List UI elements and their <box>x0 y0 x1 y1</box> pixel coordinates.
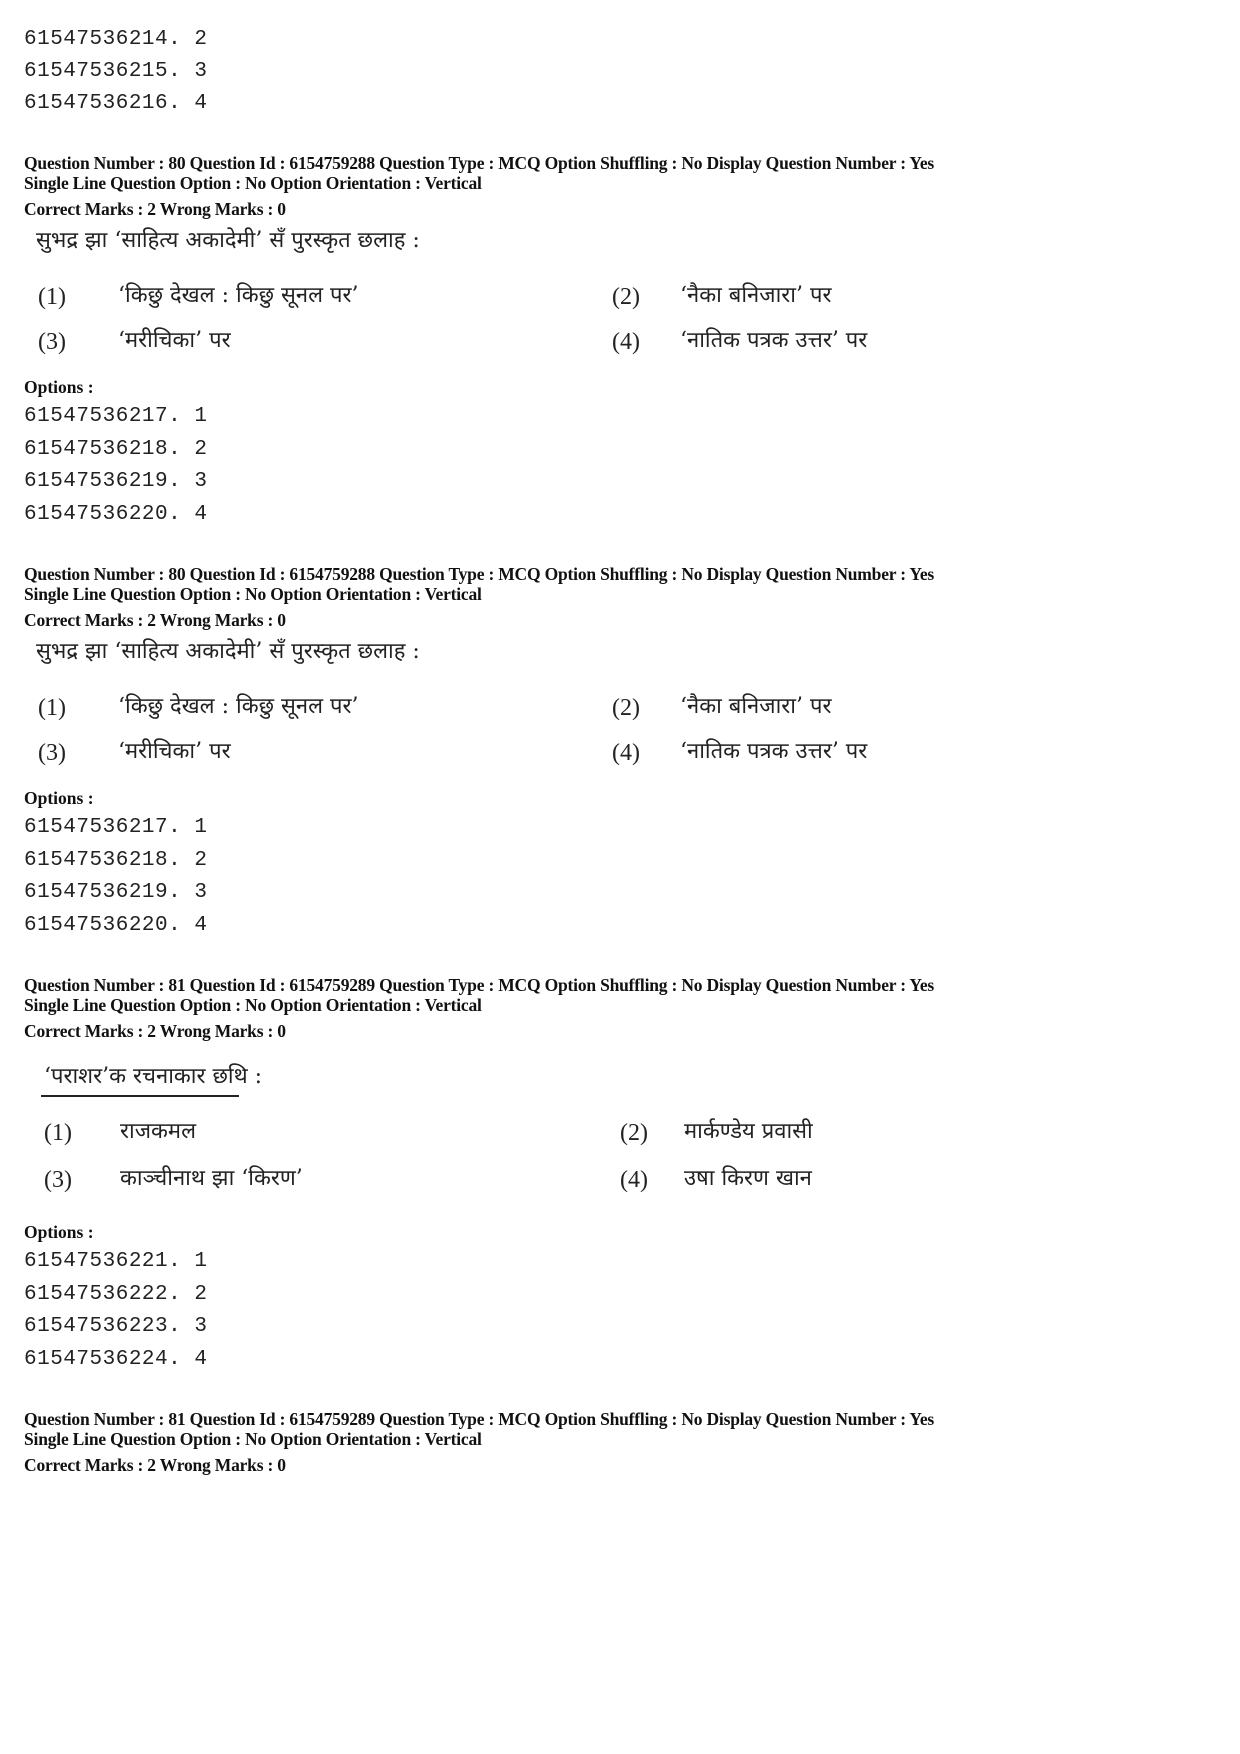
question-text: सुभद्र झा ‘साहित्य अकादेमी’ सँ पुरस्कृत … <box>36 639 420 664</box>
choice-number: (1) <box>38 695 66 721</box>
option-value: 4 <box>194 503 208 526</box>
option-row: 61547536219. 3 <box>24 881 208 904</box>
option-row: 61547536218. 2 <box>24 438 208 461</box>
choice-text: ‘किछु देखल : किछु सूनल पर’ <box>118 283 359 308</box>
question-meta-line1: Question Number : 80 Question Id : 61547… <box>24 564 935 584</box>
choice-text: उषा किरण खान <box>684 1166 812 1191</box>
option-id: 61547536219 <box>24 470 169 493</box>
option-id: 61547536219 <box>24 881 169 904</box>
choice-text: ‘नातिक पत्रक उत्तर’ पर <box>680 739 868 764</box>
option-value: 3 <box>194 470 208 493</box>
question-meta-line1: Question Number : 81 Question Id : 61547… <box>24 1409 935 1429</box>
option-row: 61547536216. 4 <box>24 92 208 115</box>
question-marks: Correct Marks : 2 Wrong Marks : 0 <box>24 1455 286 1475</box>
choice-text: ‘नैका बनिजारा’ पर <box>680 694 832 719</box>
option-row: 61547536224. 4 <box>24 1348 208 1371</box>
option-row: 61547536220. 4 <box>24 914 208 937</box>
option-id: 61547536220 <box>24 914 169 937</box>
choice-number: (4) <box>612 740 640 766</box>
choice-number: (3) <box>38 740 66 766</box>
choice-number: (4) <box>620 1167 648 1193</box>
option-value: 4 <box>194 1348 208 1371</box>
option-id: 61547536217 <box>24 405 169 428</box>
option-value: 1 <box>194 1250 208 1273</box>
option-id: 61547536224 <box>24 1348 169 1371</box>
choice-text: काञ्चीनाथ झा ‘किरण’ <box>120 1166 303 1191</box>
question-text: सुभद्र झा ‘साहित्य अकादेमी’ सँ पुरस्कृत … <box>36 228 420 253</box>
option-id: 61547536214 <box>24 28 169 51</box>
option-row: 61547536220. 4 <box>24 503 208 526</box>
choice-number: (3) <box>44 1167 72 1193</box>
question-meta-line2: Single Line Question Option : No Option … <box>24 1429 482 1449</box>
choice-text: ‘किछु देखल : किछु सूनल पर’ <box>118 694 359 719</box>
option-row: 61547536218. 2 <box>24 849 208 872</box>
choice-number: (2) <box>612 284 640 310</box>
option-id: 61547536218 <box>24 849 169 872</box>
option-value: 2 <box>194 28 208 51</box>
choice-text: ‘मरीचिका’ पर <box>118 739 231 764</box>
option-id: 61547536222 <box>24 1283 169 1306</box>
option-value: 2 <box>194 438 208 461</box>
option-value: 2 <box>194 849 208 872</box>
option-value: 3 <box>194 881 208 904</box>
choice-text: ‘मरीचिका’ पर <box>118 328 231 353</box>
option-row: 61547536215. 3 <box>24 60 208 83</box>
option-row: 61547536214. 2 <box>24 28 208 51</box>
choice-number: (4) <box>612 329 640 355</box>
option-value: 3 <box>194 60 208 83</box>
options-label: Options : <box>24 1222 94 1242</box>
option-id: 61547536215 <box>24 60 169 83</box>
choice-number: (2) <box>612 695 640 721</box>
options-label: Options : <box>24 377 94 397</box>
option-value: 3 <box>194 1315 208 1338</box>
choice-number: (1) <box>44 1120 72 1146</box>
question-meta-line1: Question Number : 81 Question Id : 61547… <box>24 975 935 995</box>
question-meta-line2: Single Line Question Option : No Option … <box>24 584 482 604</box>
option-value: 4 <box>194 914 208 937</box>
question-marks: Correct Marks : 2 Wrong Marks : 0 <box>24 1021 286 1041</box>
question-meta-line2: Single Line Question Option : No Option … <box>24 173 482 193</box>
choice-number: (2) <box>620 1120 648 1146</box>
option-value: 1 <box>194 405 208 428</box>
question-meta-line1: Question Number : 80 Question Id : 61547… <box>24 153 935 173</box>
option-row: 61547536222. 2 <box>24 1283 208 1306</box>
option-value: 2 <box>194 1283 208 1306</box>
choice-number: (3) <box>38 329 66 355</box>
option-id: 61547536220 <box>24 503 169 526</box>
option-value: 4 <box>194 92 208 115</box>
option-row: 61547536221. 1 <box>24 1250 208 1273</box>
question-text: ‘पराशर’क रचनाकार छथि : <box>44 1064 263 1089</box>
option-row: 61547536223. 3 <box>24 1315 208 1338</box>
option-id: 61547536223 <box>24 1315 169 1338</box>
choice-text: ‘नातिक पत्रक उत्तर’ पर <box>680 328 868 353</box>
option-id: 61547536217 <box>24 816 169 839</box>
option-value: 1 <box>194 816 208 839</box>
option-row: 61547536217. 1 <box>24 405 208 428</box>
option-row: 61547536217. 1 <box>24 816 208 839</box>
option-row: 61547536219. 3 <box>24 470 208 493</box>
choice-text: राजकमल <box>120 1119 196 1144</box>
option-id: 61547536218 <box>24 438 169 461</box>
question-marks: Correct Marks : 2 Wrong Marks : 0 <box>24 199 286 219</box>
choice-number: (1) <box>38 284 66 310</box>
question-underline <box>41 1095 239 1097</box>
choice-text: मार्कण्डेय प्रवासी <box>684 1119 813 1144</box>
option-id: 61547536216 <box>24 92 169 115</box>
option-id: 61547536221 <box>24 1250 169 1273</box>
options-label: Options : <box>24 788 94 808</box>
question-marks: Correct Marks : 2 Wrong Marks : 0 <box>24 610 286 630</box>
question-meta-line2: Single Line Question Option : No Option … <box>24 995 482 1015</box>
choice-text: ‘नैका बनिजारा’ पर <box>680 283 832 308</box>
